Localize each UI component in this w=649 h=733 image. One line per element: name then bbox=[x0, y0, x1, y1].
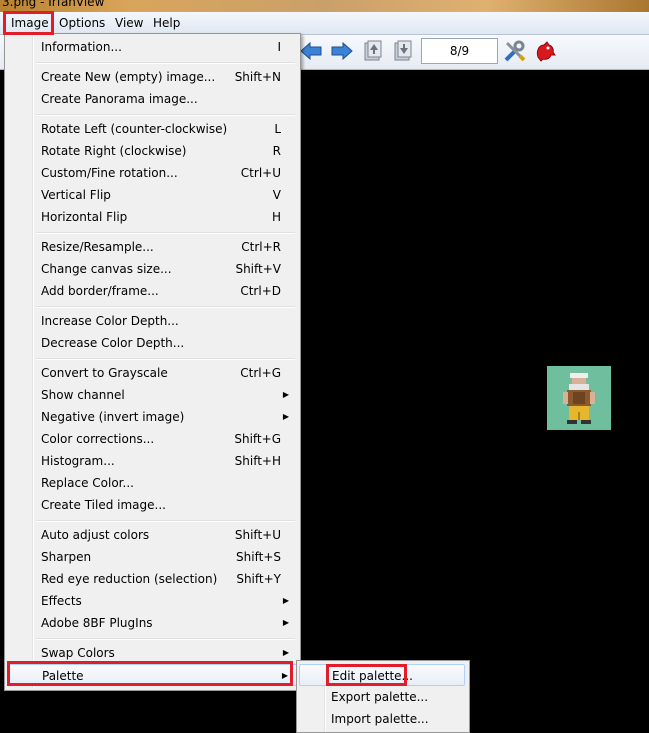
menu-item-resize[interactable]: Resize/Resample... Ctrl+R bbox=[7, 236, 297, 258]
title-bar: 3.png - IrfanView bbox=[0, 0, 649, 12]
page-counter: 8/9 bbox=[421, 38, 498, 64]
menu-item-red-eye[interactable]: Red eye reduction (selection) Shift+Y bbox=[7, 568, 297, 590]
menu-item-create-tiled[interactable]: Create Tiled image... bbox=[7, 494, 297, 516]
window-title: 3.png - IrfanView bbox=[2, 0, 105, 9]
menu-separator bbox=[36, 232, 295, 234]
menu-help[interactable]: Help bbox=[150, 15, 183, 31]
menu-item-negative[interactable]: Negative (invert image) ▶ bbox=[7, 406, 297, 428]
menu-separator bbox=[36, 62, 295, 64]
previous-arrow-icon[interactable] bbox=[299, 39, 323, 63]
menu-item-swap-colors[interactable]: Swap Colors ▶ bbox=[7, 642, 297, 664]
submenu-arrow-icon: ▶ bbox=[281, 671, 288, 680]
menu-item-auto-adjust[interactable]: Auto adjust colors Shift+U bbox=[7, 524, 297, 546]
menu-item-create-panorama[interactable]: Create Panorama image... bbox=[7, 88, 297, 110]
submenu-arrow-icon: ▶ bbox=[282, 618, 289, 627]
menu-separator bbox=[36, 114, 295, 116]
menu-item-rotate-left[interactable]: Rotate Left (counter-clockwise) L bbox=[7, 118, 297, 140]
menu-item-vertical-flip[interactable]: Vertical Flip V bbox=[7, 184, 297, 206]
menu-separator bbox=[36, 358, 295, 360]
menu-separator bbox=[36, 520, 295, 522]
menu-item-color-corrections[interactable]: Color corrections... Shift+G bbox=[7, 428, 297, 450]
menu-item-custom-rotation[interactable]: Custom/Fine rotation... Ctrl+U bbox=[7, 162, 297, 184]
last-page-icon[interactable] bbox=[391, 39, 415, 63]
menu-item-horizontal-flip[interactable]: Horizontal Flip H bbox=[7, 206, 297, 228]
menu-item-sharpen[interactable]: Sharpen Shift+S bbox=[7, 546, 297, 568]
menu-item-show-channel[interactable]: Show channel ▶ bbox=[7, 384, 297, 406]
menu-item-add-border[interactable]: Add border/frame... Ctrl+D bbox=[7, 280, 297, 302]
menu-item-export-palette[interactable]: Export palette... bbox=[299, 686, 465, 708]
menu-separator bbox=[36, 306, 295, 308]
menu-item-edit-palette[interactable]: Edit palette... bbox=[299, 664, 465, 686]
menu-item-import-palette[interactable]: Import palette... bbox=[299, 708, 465, 730]
menu-item-rotate-right[interactable]: Rotate Right (clockwise) R bbox=[7, 140, 297, 162]
menu-item-palette[interactable]: Palette ▶ bbox=[7, 664, 297, 686]
menu-item-grayscale[interactable]: Convert to Grayscale Ctrl+G bbox=[7, 362, 297, 384]
settings-tools-icon[interactable] bbox=[503, 39, 527, 63]
menu-item-information[interactable]: Information... I bbox=[7, 36, 297, 58]
menu-item-decrease-color-depth[interactable]: Decrease Color Depth... bbox=[7, 332, 297, 354]
next-arrow-icon[interactable] bbox=[330, 39, 354, 63]
menu-item-plugins[interactable]: Adobe 8BF PlugIns ▶ bbox=[7, 612, 297, 634]
menu-separator bbox=[36, 638, 295, 640]
menu-item-replace-color[interactable]: Replace Color... bbox=[7, 472, 297, 494]
menu-item-create-new[interactable]: Create New (empty) image... Shift+N bbox=[7, 66, 297, 88]
character-sprite-image bbox=[547, 366, 611, 430]
menu-bar: Image Options View Help bbox=[0, 12, 649, 35]
menu-item-histogram[interactable]: Histogram... Shift+H bbox=[7, 450, 297, 472]
submenu-arrow-icon: ▶ bbox=[282, 412, 289, 421]
submenu-arrow-icon: ▶ bbox=[282, 596, 289, 605]
first-page-icon[interactable] bbox=[361, 39, 385, 63]
menu-item-effects[interactable]: Effects ▶ bbox=[7, 590, 297, 612]
image-menu-dropdown: Information... I Create New (empty) image… bbox=[4, 33, 301, 691]
submenu-arrow-icon: ▶ bbox=[282, 390, 289, 399]
menu-item-canvas-size[interactable]: Change canvas size... Shift+V bbox=[7, 258, 297, 280]
palette-submenu: Edit palette... Export palette... Import… bbox=[296, 660, 470, 733]
irfanview-logo-icon[interactable] bbox=[533, 39, 557, 63]
menu-options[interactable]: Options bbox=[56, 15, 108, 31]
menu-image[interactable]: Image bbox=[8, 15, 52, 31]
submenu-arrow-icon: ▶ bbox=[282, 648, 289, 657]
menu-view[interactable]: View bbox=[112, 15, 146, 31]
menu-item-increase-color-depth[interactable]: Increase Color Depth... bbox=[7, 310, 297, 332]
